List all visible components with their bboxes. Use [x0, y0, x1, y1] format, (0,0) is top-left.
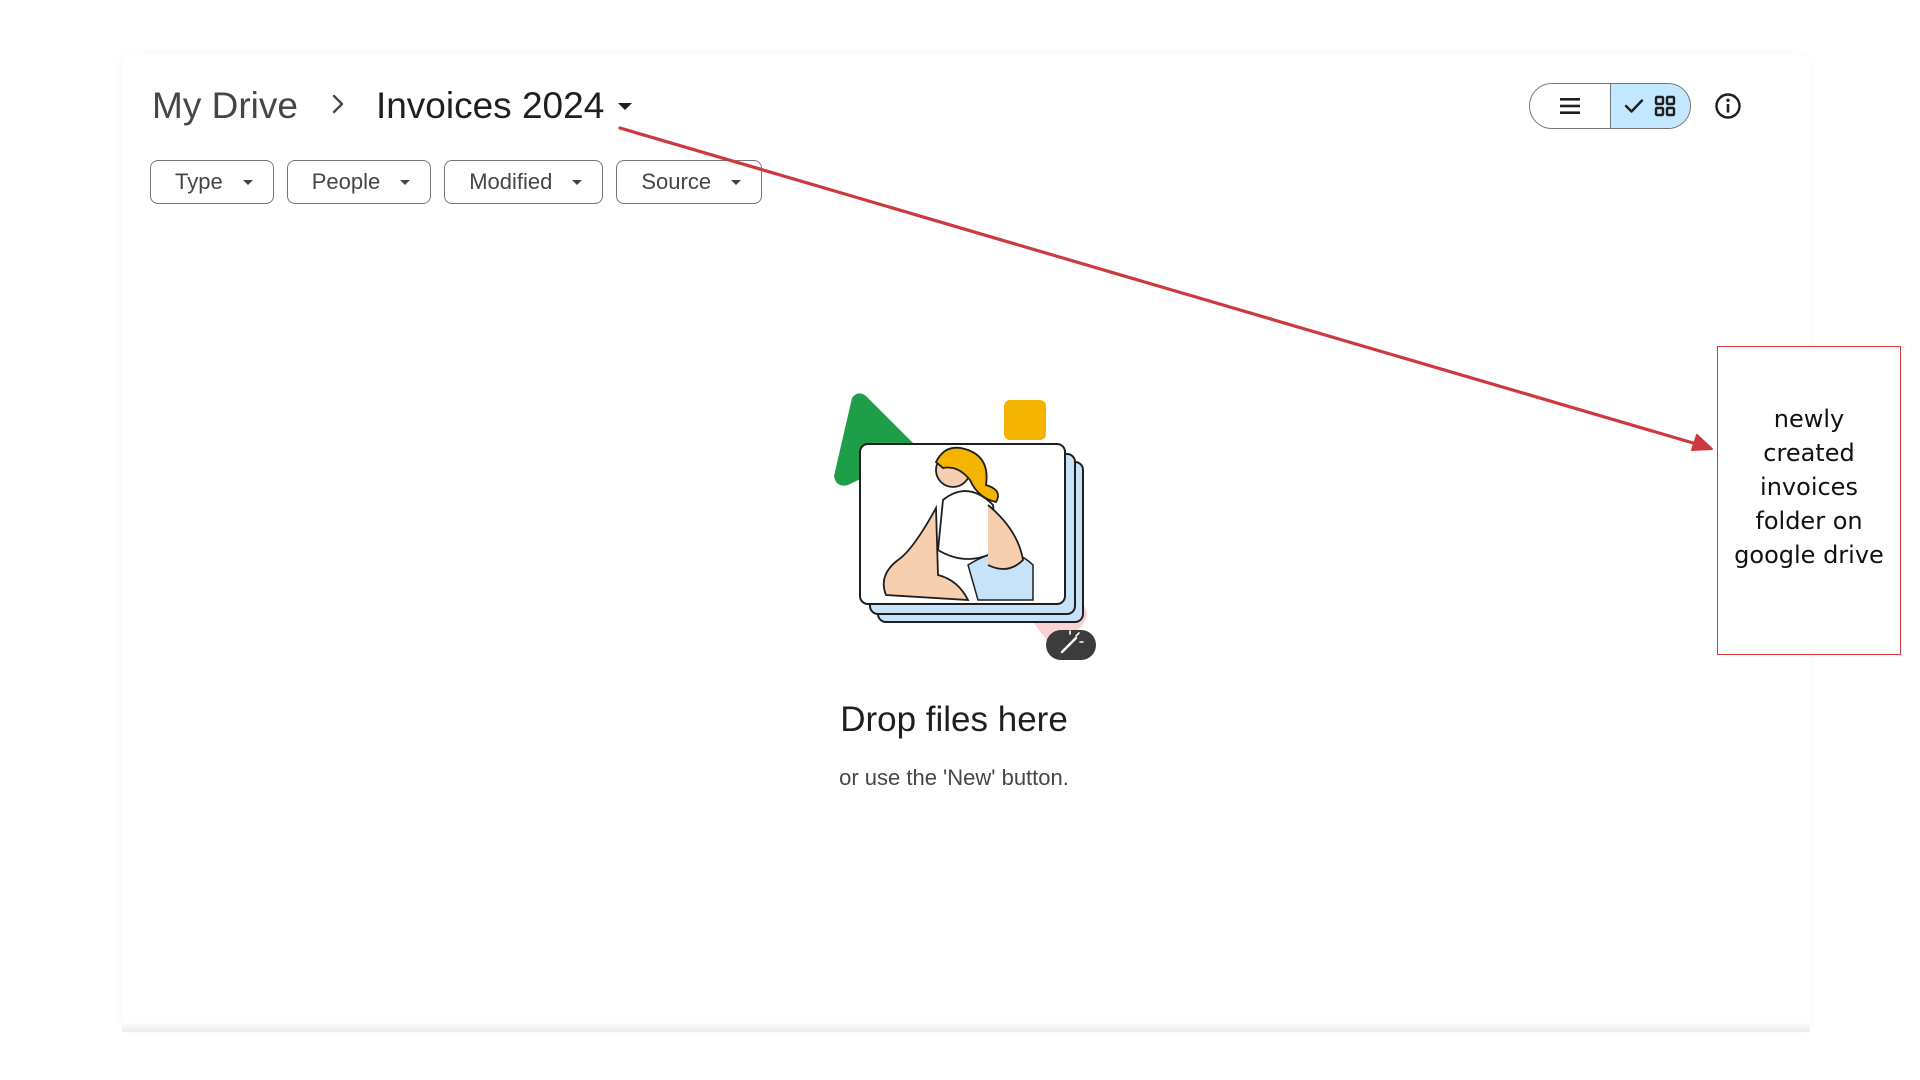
caret-down-icon	[242, 179, 253, 185]
caret-down-icon	[572, 179, 583, 185]
annotation-text: newly created invoices folder on google …	[1729, 402, 1889, 572]
empty-state-subtitle: or use the 'New' button.	[839, 765, 1069, 790]
panel-bottom-shadow	[122, 1022, 1810, 1032]
filter-modified[interactable]: Modified	[444, 160, 604, 204]
filter-people[interactable]: People	[286, 160, 432, 204]
screenshot-canvas: My Drive Invoices 2024 Type People Modif…	[0, 0, 1920, 1080]
breadcrumb-current-folder[interactable]: Invoices 2024	[375, 85, 633, 127]
check-icon	[1625, 99, 1644, 113]
list-view-button[interactable]	[1530, 84, 1611, 128]
grid-icon	[1655, 95, 1676, 117]
empty-folder-illustration	[834, 393, 1096, 660]
filter-modified-label: Modified	[469, 169, 553, 194]
empty-state-title: Drop files here	[840, 700, 1068, 739]
annotation-line: created	[1763, 439, 1855, 467]
filter-chips: Type People Modified Source	[150, 160, 763, 204]
caret-down-icon	[618, 102, 633, 110]
filter-type[interactable]: Type	[150, 160, 274, 204]
filter-source[interactable]: Source	[616, 160, 763, 204]
info-icon	[1715, 93, 1741, 119]
breadcrumb-my-drive[interactable]: My Drive	[150, 85, 300, 127]
filter-type-label: Type	[175, 169, 223, 194]
folder-title: Invoices 2024	[375, 85, 605, 126]
caret-down-icon	[400, 179, 411, 185]
filter-source-label: Source	[641, 169, 712, 194]
grid-view-button[interactable]	[1610, 84, 1690, 128]
yellow-square-shape	[1004, 400, 1046, 440]
breadcrumb: My Drive Invoices 2024	[150, 78, 633, 134]
annotation-line: newly	[1773, 405, 1845, 433]
details-button[interactable]	[1713, 91, 1743, 121]
list-icon	[1559, 98, 1580, 114]
annotation-line: folder on	[1755, 507, 1863, 535]
annotation-line: google drive	[1734, 541, 1884, 569]
caret-down-icon	[731, 179, 742, 185]
filter-people-label: People	[311, 169, 381, 194]
annotation-callout: newly created invoices folder on google …	[1717, 346, 1901, 655]
magic-wand-badge	[1046, 630, 1096, 660]
chevron-right-icon	[330, 91, 346, 121]
annotation-line: invoices	[1760, 473, 1858, 501]
view-toggle	[1529, 83, 1691, 129]
